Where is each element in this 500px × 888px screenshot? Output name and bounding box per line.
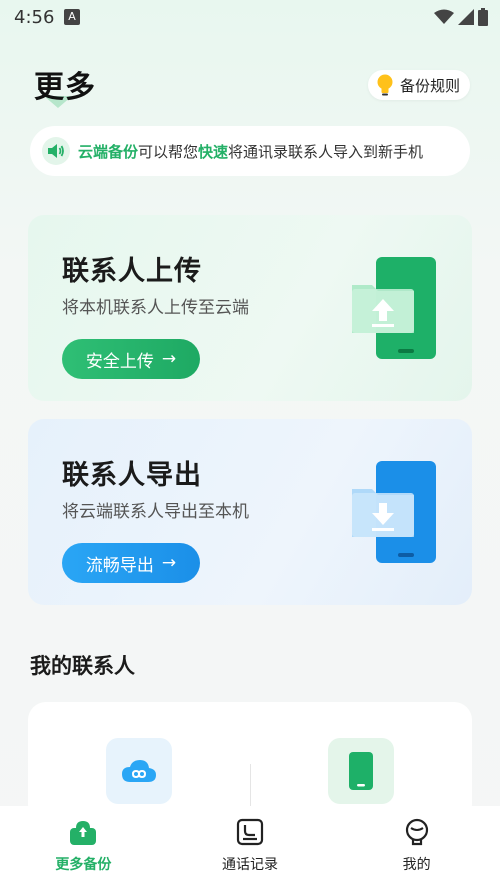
cloud-icon: [122, 760, 156, 782]
speaker-icon: [42, 137, 70, 165]
nav-profile[interactable]: 我的: [333, 806, 500, 888]
battery-icon: [478, 8, 488, 26]
notice-text-2: 将通讯录联系人导入到新手机: [228, 142, 424, 161]
divider: [250, 764, 251, 808]
local-contacts-button[interactable]: [328, 738, 394, 804]
lightbulb-icon: [377, 74, 393, 96]
status-time: 4:56: [14, 7, 55, 28]
my-contacts-card: [28, 702, 472, 822]
export-card-subtitle: 将云端联系人导出至本机: [62, 502, 249, 522]
notice-highlight-cloud: 云端备份: [78, 142, 139, 161]
contacts-upload-card[interactable]: 联系人上传 将本机联系人上传至云端 安全上传 →: [28, 215, 472, 401]
secure-upload-button[interactable]: 安全上传 →: [62, 339, 200, 379]
signal-icon: [458, 9, 474, 25]
smooth-export-label: 流畅导出: [85, 555, 154, 576]
upload-card-title: 联系人上传: [62, 256, 202, 287]
nav-label: 我的: [402, 857, 431, 873]
profile-icon: [405, 818, 428, 846]
nav-label: 通话记录: [222, 857, 278, 873]
cloud-contacts-button[interactable]: [106, 738, 172, 804]
upload-card-subtitle: 将本机联系人上传至云端: [62, 298, 249, 318]
phone-icon: [349, 752, 373, 790]
secure-upload-label: 安全上传: [85, 351, 154, 372]
notice-banner: 云端备份 可以帮您 快速 将通讯录联系人导入到新手机: [30, 126, 470, 176]
export-card-title: 联系人导出: [62, 460, 202, 491]
my-contacts-title: 我的联系人: [30, 654, 135, 678]
nav-call-log[interactable]: 通话记录: [167, 806, 334, 888]
notice-highlight-fast: 快速: [198, 142, 229, 161]
status-bar: 4:56 A: [0, 0, 500, 36]
backup-rules-label: 备份规则: [399, 76, 460, 95]
arrow-right-icon: →: [161, 553, 177, 573]
page-title: 更多: [34, 70, 96, 105]
call-log-icon: [236, 818, 264, 846]
contacts-export-card[interactable]: 联系人导出 将云端联系人导出至本机 流畅导出 →: [28, 419, 472, 605]
smooth-export-button[interactable]: 流畅导出 →: [62, 543, 200, 583]
bottom-nav: 更多备份 通话记录 我的: [0, 806, 500, 888]
notification-icon: A: [64, 9, 80, 25]
backup-rules-button[interactable]: 备份规则: [367, 70, 470, 100]
nav-more-backup[interactable]: 更多备份: [0, 806, 167, 888]
arrow-right-icon: →: [161, 349, 177, 369]
nav-label: 更多备份: [55, 857, 112, 873]
cloud-box-icon: [70, 821, 97, 845]
wifi-icon: [434, 9, 454, 24]
upload-phone-icon: [352, 257, 436, 359]
notice-text-1: 可以帮您: [138, 142, 199, 161]
export-phone-icon: [352, 461, 436, 563]
status-icons: [434, 8, 488, 26]
